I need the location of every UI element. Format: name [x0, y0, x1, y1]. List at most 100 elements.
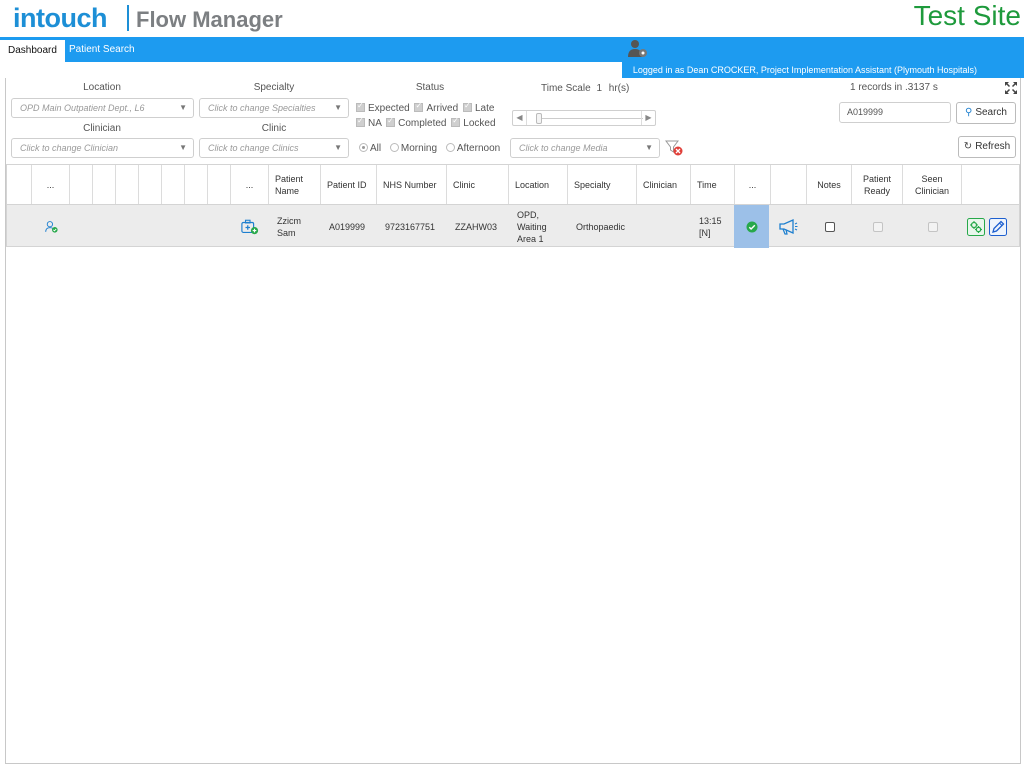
table-header: ... ... Patient Name Patient ID NHS Numb…	[6, 164, 1021, 205]
notes-cell	[807, 205, 852, 248]
records-count: 1 records in .3137 s	[850, 82, 938, 93]
slider-right-arrow-icon[interactable]: ▶	[641, 111, 655, 125]
header-dots-1[interactable]: ...	[31, 165, 69, 205]
header-patient-ready[interactable]: Patient Ready	[851, 165, 902, 205]
patient-ready-cell	[852, 205, 903, 248]
check-circle-icon	[746, 221, 757, 232]
header-cell-blank	[138, 165, 161, 205]
na-label: NA	[368, 118, 382, 129]
header-patient-id[interactable]: Patient ID	[320, 165, 376, 205]
header-cell-blank	[961, 165, 1021, 205]
timescale-value: 1	[596, 83, 602, 94]
afternoon-radio[interactable]	[445, 143, 455, 152]
arrived-label: Arrived	[426, 103, 459, 114]
user-checked-icon[interactable]	[45, 218, 59, 236]
locked-checkbox[interactable]	[451, 116, 461, 127]
header-cell-blank	[184, 165, 207, 205]
refresh-icon: ↻	[963, 141, 973, 152]
completed-checkbox[interactable]	[386, 116, 396, 127]
nhs-number-cell: 9723167751	[385, 221, 436, 232]
specialty-label: Specialty	[253, 82, 295, 93]
header-specialty[interactable]: Specialty	[567, 165, 636, 205]
location-cell: OPD, Waiting Area 1	[517, 209, 547, 244]
completed-label: Completed	[398, 118, 447, 129]
search-button-label: Search	[975, 107, 1007, 118]
clinician-select[interactable]: Click to change Clinician ▼	[11, 138, 194, 158]
header-cell-blank	[7, 165, 31, 205]
patient-search-input[interactable]: A019999	[839, 102, 951, 123]
patient-id-cell: A019999	[329, 221, 366, 232]
tab-dashboard[interactable]: Dashboard	[0, 37, 65, 62]
clinic-cell: ZZAHW03	[455, 221, 498, 232]
na-checkbox[interactable]	[356, 116, 365, 127]
morning-radio[interactable]	[389, 143, 399, 152]
search-button[interactable]: ⚲ Search	[956, 102, 1016, 124]
header-seen-clinician[interactable]: Seen Clinician	[902, 165, 961, 205]
patient-ready-checkbox[interactable]	[872, 221, 883, 232]
arrival-status-cell	[37, 205, 67, 248]
slider-handle[interactable]	[536, 113, 542, 124]
site-label: Test Site	[913, 0, 1021, 31]
late-label: Late	[474, 103, 495, 114]
settings-icon[interactable]	[967, 217, 985, 236]
seen-clinician-checkbox[interactable]	[927, 221, 938, 232]
fullscreen-icon[interactable]	[1004, 81, 1018, 95]
clear-filter-icon[interactable]	[665, 139, 685, 157]
media-select[interactable]: Click to change Media ▼	[510, 138, 660, 158]
seen-clinician-cell	[903, 205, 962, 248]
nav-bar: Dashboard Patient Search	[0, 37, 1024, 62]
notes-checkbox[interactable]	[824, 221, 835, 232]
header-cell-blank	[207, 165, 230, 205]
tab-patient-search[interactable]: Patient Search	[61, 37, 143, 62]
all-radio[interactable]	[359, 143, 368, 152]
refresh-button[interactable]: ↻ Refresh	[958, 136, 1016, 158]
status-row-1: Expected Arrived Late	[356, 101, 495, 114]
logged-in-user: Logged in as Dean CROCKER, Project Imple…	[632, 65, 977, 75]
logo-flow-manager: Flow Manager	[136, 7, 283, 32]
timescale: Time Scale 1 hr(s)	[541, 83, 629, 94]
clinic-select-placeholder: Click to change Clinics	[208, 143, 299, 153]
medical-kit-add-icon[interactable]	[241, 218, 259, 236]
header-notes[interactable]: Notes	[806, 165, 851, 205]
late-checkbox[interactable]	[462, 101, 472, 112]
specialty-select[interactable]: Click to change Specialties ▼	[199, 98, 349, 118]
header-cell-blank	[115, 165, 138, 205]
timescale-slider[interactable]: ◀ ▶	[512, 110, 656, 126]
clinician-select-placeholder: Click to change Clinician	[20, 143, 119, 153]
arrived-checkbox[interactable]	[414, 101, 424, 112]
header-clinic[interactable]: Clinic	[446, 165, 508, 205]
megaphone-icon[interactable]	[778, 218, 798, 236]
locked-label: Locked	[463, 118, 496, 129]
header-nhs-number[interactable]: NHS Number	[376, 165, 446, 205]
status-label: Status	[415, 82, 445, 93]
time-cell: 13:15 [N]	[699, 215, 722, 238]
header-dots-3[interactable]: ...	[734, 165, 770, 205]
clinician-cell	[637, 205, 691, 248]
row-actions-cell	[967, 205, 1017, 248]
clinician-label: Clinician	[83, 123, 121, 134]
status-row-2: NA Completed Locked	[356, 116, 496, 129]
table-row[interactable]: Zzicm Sam A019999 9723167751 ZZAHW03 OPD…	[6, 204, 1020, 248]
edit-icon[interactable]	[989, 217, 1007, 236]
status-check-cell[interactable]	[734, 205, 769, 248]
header-location[interactable]: Location	[508, 165, 567, 205]
header-dots-2[interactable]: ...	[230, 165, 268, 205]
expected-checkbox[interactable]	[356, 101, 365, 112]
clinic-select[interactable]: Click to change Clinics ▼	[199, 138, 349, 158]
header-cell-blank	[92, 165, 115, 205]
search-icon: ⚲	[964, 107, 973, 118]
clinic-label: Clinic	[261, 123, 287, 134]
slider-track	[537, 118, 643, 119]
user-bar: Logged in as Dean CROCKER, Project Imple…	[622, 62, 1024, 78]
media-select-placeholder: Click to change Media	[519, 143, 608, 153]
user-settings-icon[interactable]	[627, 39, 649, 59]
header-clinician[interactable]: Clinician	[636, 165, 690, 205]
afternoon-label: Afternoon	[456, 143, 501, 154]
location-select[interactable]: OPD Main Outpatient Dept., L6 ▼	[11, 98, 194, 118]
header-patient-name[interactable]: Patient Name	[268, 165, 320, 205]
slider-left-arrow-icon[interactable]: ◀	[513, 111, 527, 125]
specialty-select-placeholder: Click to change Specialties	[208, 103, 316, 113]
header-time[interactable]: Time	[690, 165, 734, 205]
logo-intouch: intouch	[13, 3, 107, 33]
chevron-down-icon: ▼	[179, 143, 187, 152]
